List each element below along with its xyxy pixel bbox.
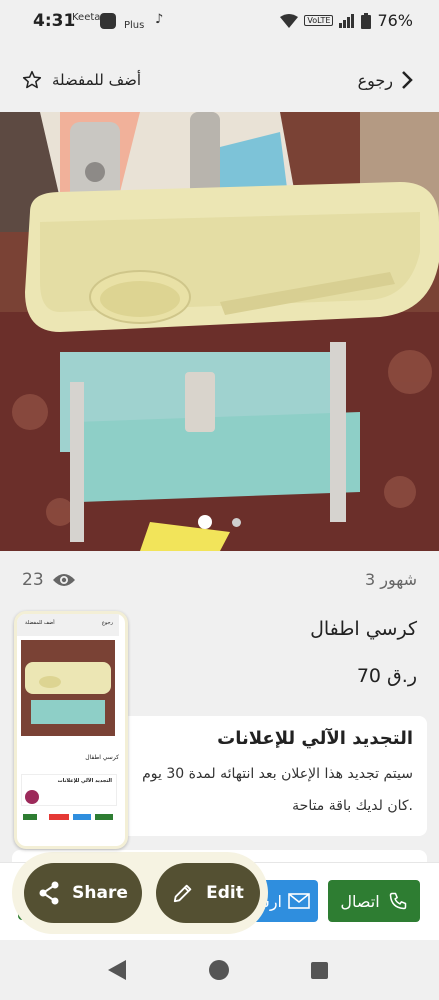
status-indicators: VoLTE 76% [280, 11, 413, 30]
views-number: 23 [22, 570, 44, 590]
thumb-avatar [25, 790, 39, 804]
tiktok-icon: ♪ [155, 12, 164, 27]
auto-renew-card: التجديد الآلي للإعلانات سيتم تجديد هذا ا… [118, 716, 427, 836]
status-bar: 4:31 Keeta Plus ♪ VoLTE 76% [0, 0, 439, 44]
back-button[interactable]: رجوع [358, 70, 413, 90]
back-label: رجوع [357, 70, 393, 90]
chevron-right-icon [402, 71, 413, 89]
call-label: اتصال [340, 891, 380, 911]
favorite-label: أضف للمفضلة [52, 71, 142, 89]
envelope-icon [288, 893, 310, 909]
thumb-photo [21, 640, 115, 736]
nav-back-icon[interactable] [108, 960, 126, 980]
gallery-pagination [0, 515, 439, 529]
call-button[interactable]: اتصال [328, 880, 420, 922]
nav-home-icon[interactable] [209, 960, 229, 980]
auto-renew-line1: سيتم تجديد هذا الإعلان بعد انتهائه لمدة … [142, 766, 413, 782]
nav-recents-icon[interactable] [311, 962, 328, 979]
listing-title: كرسي اطفال [310, 618, 417, 640]
pagination-dot[interactable] [232, 517, 241, 527]
pagination-dot-active[interactable] [198, 515, 212, 529]
thumb-green-button [23, 814, 37, 820]
screenshot-preview-thumbnail[interactable]: رجوع أضف للمفضلة كرسي اطفال التجديد الآل… [14, 611, 128, 849]
favorite-button[interactable]: أضف للمفضلة [22, 70, 141, 90]
phone-icon [389, 892, 406, 910]
pencil-icon [173, 884, 192, 903]
thumb-fav-label: أضف للمفضلة [25, 620, 55, 626]
battery-level: 76% [377, 11, 413, 30]
volte-icon: VoLTE [304, 15, 334, 26]
share-button[interactable]: Share [24, 863, 142, 923]
eye-icon [52, 574, 75, 586]
star-icon [22, 70, 42, 89]
auto-renew-title: التجديد الآلي للإعلانات [217, 728, 413, 749]
edit-label: Edit [206, 883, 244, 903]
thumb-tray [25, 662, 111, 694]
edit-button[interactable]: Edit [156, 863, 260, 923]
thumb-back-label: رجوع [101, 620, 113, 626]
keeta-notification-icon: Keeta [72, 12, 101, 23]
views-count: 23 [22, 570, 76, 590]
share-label: Share [72, 883, 128, 903]
high-chair-photo [0, 112, 439, 551]
thumb-call-button [95, 814, 113, 820]
thumb-red-button [49, 814, 69, 820]
thumb-seat [31, 700, 105, 724]
listing-price: 70 ر.ق [356, 665, 417, 687]
posted-age: 3 شهور [364, 570, 417, 589]
share-icon [39, 881, 59, 905]
auto-renew-line2: كان لديك باقة متاحة. [292, 798, 413, 814]
thumb-blue-button [73, 814, 91, 820]
wifi-icon [280, 13, 299, 28]
thumb-title: كرسي اطفال [85, 754, 119, 761]
thumb-cup-holder [39, 676, 61, 688]
listing-photo[interactable] [0, 112, 439, 551]
thumb-header: رجوع أضف للمفضلة [17, 614, 119, 636]
battery-icon [361, 12, 372, 29]
status-time: 4:31 [33, 11, 76, 31]
plus-notification-icon: Plus [124, 20, 145, 31]
app-notification-icon [100, 13, 116, 29]
listing-meta: 23 3 شهور [0, 568, 439, 598]
signal-icon [339, 13, 355, 28]
thumb-renew-title: التجديد الآلي للإعلانات [57, 778, 112, 784]
top-app-bar: رجوع أضف للمفضلة [0, 44, 439, 112]
